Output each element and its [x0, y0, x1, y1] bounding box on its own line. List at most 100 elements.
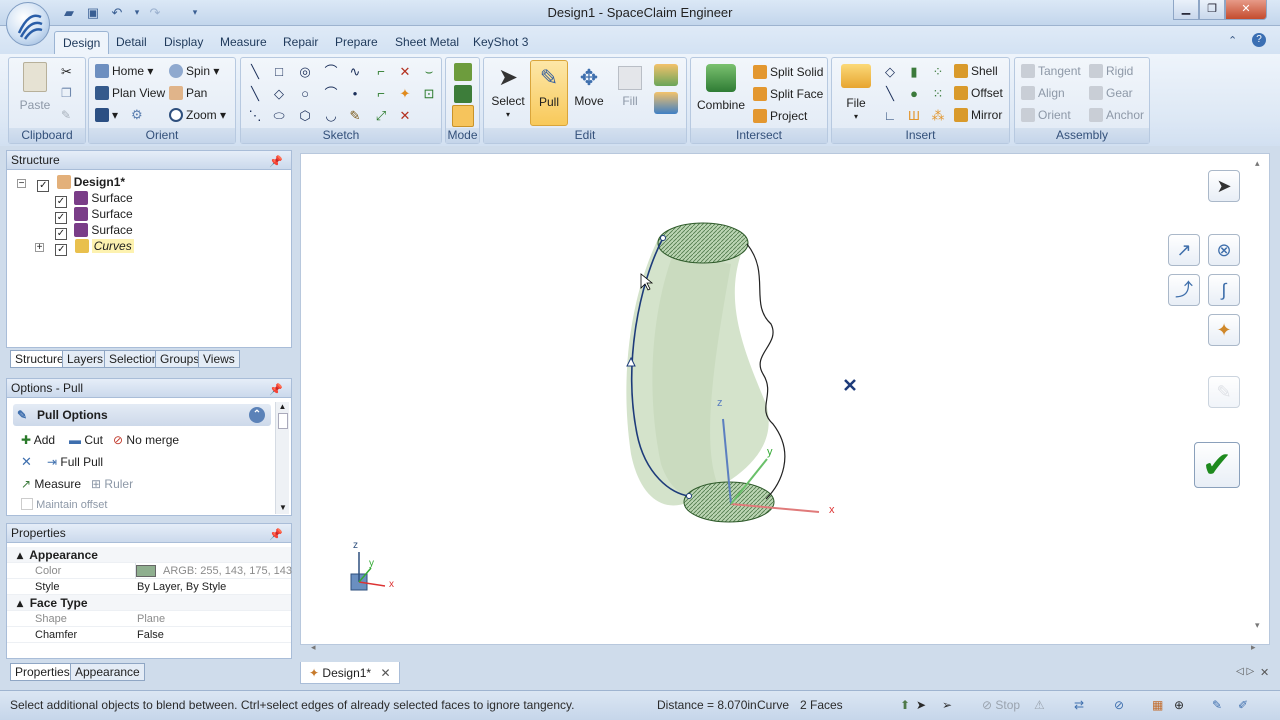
polygon-tool-icon[interactable]: ⬡: [297, 108, 313, 124]
construction-line-icon[interactable]: ⋱: [247, 108, 263, 124]
tab-prev-icon[interactable]: ◁ ▷: [1236, 666, 1254, 677]
3d-viewport[interactable]: z x y z x y ➤ ↗ ⊗ ⤴ ∫ ✦ ✎ ✔ ◂ ▸ ▴ ▾: [300, 153, 1270, 652]
bend-icon[interactable]: ⌣: [421, 64, 437, 80]
tab-repair[interactable]: Repair: [275, 33, 326, 53]
maximize-button[interactable]: ❐: [1199, 0, 1225, 20]
model-canvas[interactable]: [301, 154, 1269, 644]
minimize-button[interactable]: ▁: [1173, 0, 1199, 20]
close-button[interactable]: ✕: [1225, 0, 1267, 20]
pull-options-section[interactable]: ✎ Pull Options ⌃: [13, 404, 271, 426]
scroll-up-icon[interactable]: ▲: [276, 402, 289, 411]
tweak-face-icon[interactable]: [654, 64, 678, 86]
line-tool-icon[interactable]: ╲: [247, 64, 263, 80]
scroll-right-icon[interactable]: ▸: [1251, 642, 1256, 653]
open-folder-icon[interactable]: ▰: [60, 4, 78, 21]
app-logo[interactable]: [6, 2, 50, 46]
select-cursor-icon[interactable]: ➤: [916, 693, 926, 717]
cylinder-icon[interactable]: ▮: [906, 64, 922, 80]
save-icon[interactable]: ▣: [84, 4, 102, 21]
fill-button[interactable]: Fill: [610, 62, 650, 108]
pattern-icon[interactable]: ⁘: [930, 64, 946, 80]
paste-button[interactable]: Paste: [15, 62, 55, 112]
tab-groups[interactable]: Groups: [155, 350, 205, 368]
align-button[interactable]: Align: [1021, 85, 1065, 101]
customize-icon[interactable]: ▾: [186, 4, 204, 21]
sweep-arc-icon[interactable]: ⌐: [373, 64, 389, 80]
pin-icon[interactable]: 📌: [269, 153, 283, 171]
stop-button[interactable]: ⊘ Stop: [982, 693, 1020, 717]
grid-pattern-icon[interactable]: ⁂: [930, 108, 946, 124]
format-painter-icon[interactable]: ✎: [61, 108, 71, 122]
up-to-tool-icon[interactable]: ⤴: [1168, 274, 1200, 306]
equation-icon[interactable]: Ш: [906, 108, 922, 124]
blend-icon[interactable]: [654, 92, 678, 114]
color-swatch[interactable]: [136, 565, 156, 577]
cut-icon[interactable]: ✂: [61, 64, 72, 80]
three-point-arc-icon[interactable]: ◡: [323, 108, 339, 124]
sweep-arc-tool-icon[interactable]: ⌒: [323, 86, 339, 102]
circle-tool-icon[interactable]: ◎: [297, 64, 313, 80]
trim-icon[interactable]: ✕: [397, 64, 413, 80]
fill-pattern-icon[interactable]: ⁙: [930, 86, 946, 102]
close-tab-icon[interactable]: ✕: [380, 666, 390, 680]
close-document-icon[interactable]: ✕: [1260, 666, 1269, 679]
tab-views[interactable]: Views: [198, 350, 240, 368]
scroll-thumb[interactable]: [277, 413, 288, 429]
arc-tool-icon[interactable]: ⌒: [323, 64, 339, 80]
cut-option[interactable]: ▬ Cut: [69, 432, 103, 448]
complete-checkmark-icon[interactable]: ✔: [1194, 442, 1240, 488]
visibility-checkbox[interactable]: ✓: [37, 180, 50, 192]
tab-display[interactable]: Display: [156, 33, 211, 53]
no-merge-option[interactable]: ⊘ No merge: [113, 432, 179, 448]
tree-item-surface[interactable]: ✓ Surface: [55, 190, 133, 208]
tab-sheet-metal[interactable]: Sheet Metal: [387, 33, 467, 53]
anchor-button[interactable]: Anchor: [1089, 107, 1144, 123]
disabled-tool-icon[interactable]: ✎: [1208, 376, 1240, 408]
layers-icon[interactable]: ▦: [1152, 693, 1163, 717]
measure-option[interactable]: ↗ Measure: [21, 476, 81, 492]
property-group-face-type[interactable]: ▴ Face Type: [7, 595, 291, 611]
tab-measure[interactable]: Measure: [212, 33, 275, 53]
zoom-status-icon[interactable]: ⊕: [1174, 693, 1184, 717]
tree-item-surface[interactable]: ✓ Surface: [55, 222, 133, 240]
property-row-shape[interactable]: Shape Plane: [7, 611, 291, 627]
tab-keyshot[interactable]: KeyShot 3: [465, 33, 536, 53]
property-group-appearance[interactable]: ▴ Appearance: [7, 547, 291, 563]
expand-icon[interactable]: +: [35, 243, 44, 253]
snap-view-icon[interactable]: ⚙: [131, 107, 143, 123]
maintain-offset-checkbox[interactable]: [21, 498, 33, 510]
file-button[interactable]: File ▾: [836, 64, 876, 124]
scroll-left-icon[interactable]: ◂: [311, 642, 316, 653]
tab-structure[interactable]: Structure: [10, 350, 69, 368]
select-mode-icon[interactable]: ➢: [942, 693, 952, 717]
direction-icon[interactable]: ✕: [21, 454, 32, 470]
split-face-button[interactable]: Split Face: [753, 86, 823, 102]
direction-tool-icon[interactable]: ↗: [1168, 234, 1200, 266]
offset-curve-icon[interactable]: ⊡: [421, 86, 437, 102]
view-cube-button[interactable]: ▾: [95, 107, 118, 123]
tab-properties[interactable]: Properties: [10, 663, 75, 681]
gear-button[interactable]: Gear: [1089, 85, 1133, 101]
spin-button[interactable]: Spin ▾: [169, 63, 219, 79]
visibility-checkbox[interactable]: ✓: [55, 244, 68, 256]
tree-item-curves[interactable]: + ✓ Curves: [35, 238, 134, 256]
collapse-icon[interactable]: −: [17, 179, 26, 189]
select-button[interactable]: ➤ Select ▾: [488, 62, 528, 122]
rigid-button[interactable]: Rigid: [1089, 63, 1133, 79]
shell-button[interactable]: Shell: [954, 63, 998, 79]
rectangle-tool-icon[interactable]: □: [271, 64, 287, 80]
help-icon[interactable]: ?: [1252, 33, 1266, 47]
snap-icon[interactable]: ⇄: [1074, 693, 1084, 717]
scale-curve-icon[interactable]: ⤢: [373, 108, 389, 124]
property-row-color[interactable]: Color ARGB: 255, 143, 175, 143: [7, 563, 292, 579]
spline-tool-icon[interactable]: ∿: [347, 64, 363, 80]
home-button[interactable]: Home ▾: [95, 63, 153, 79]
property-row-style[interactable]: Style By Layer, By Style: [7, 579, 291, 595]
sketch-mode-icon[interactable]: [454, 63, 472, 81]
section-mode-icon[interactable]: [454, 85, 472, 103]
axis-icon[interactable]: ╲: [882, 86, 898, 102]
orient-assembly-button[interactable]: Orient: [1021, 107, 1071, 123]
ellipse-tool-icon[interactable]: ⬭: [271, 108, 287, 124]
tree-item-surface[interactable]: ✓ Surface: [55, 206, 133, 224]
redo-icon[interactable]: ↷: [146, 4, 164, 21]
